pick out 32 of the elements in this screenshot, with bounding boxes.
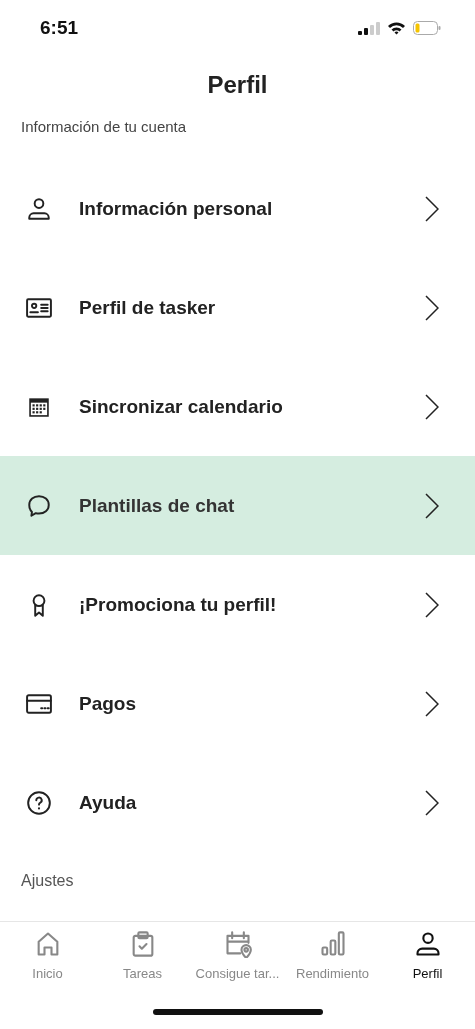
menu-item[interactable]: Pagos [0,654,475,753]
tab[interactable]: Tareas [95,930,190,994]
menu-item[interactable]: Plantillas de chat [0,456,475,555]
section-heading: Información de tu cuenta [21,118,187,135]
chevron-right-icon [425,294,439,321]
calendar-pin-icon [223,930,252,958]
chat-bubble-icon [26,492,52,519]
tab[interactable]: Consigue tar... [190,930,285,994]
bar-chart-icon [318,930,347,958]
person-icon [413,930,442,958]
tab[interactable]: Rendimiento [285,930,380,994]
menu-item[interactable]: Perfil de tasker [0,258,475,357]
tab[interactable]: Inicio [0,930,95,994]
status-time: 6:51 [40,17,79,39]
section-heading: Ajustes [21,872,74,889]
chevron-right-icon [425,492,439,519]
person-icon [26,195,52,222]
page-title: Perfil [207,71,268,99]
chevron-right-icon [425,393,439,420]
wifi-icon [387,21,406,35]
menu-item[interactable]: Sincronizar calendario [0,357,475,456]
menu-item[interactable]: ¡Promociona tu perfil! [0,555,475,654]
chevron-right-icon [425,195,439,222]
chevron-right-icon [425,690,439,717]
chevron-right-icon [425,591,439,618]
signal-icon [358,21,380,35]
menu-item[interactable]: Ayuda [0,753,475,852]
battery-icon [413,21,441,35]
chevron-right-icon [425,789,439,816]
menu-item[interactable]: Información personal [0,159,475,258]
help-icon [26,789,52,816]
tab[interactable]: Perfil [380,930,475,994]
